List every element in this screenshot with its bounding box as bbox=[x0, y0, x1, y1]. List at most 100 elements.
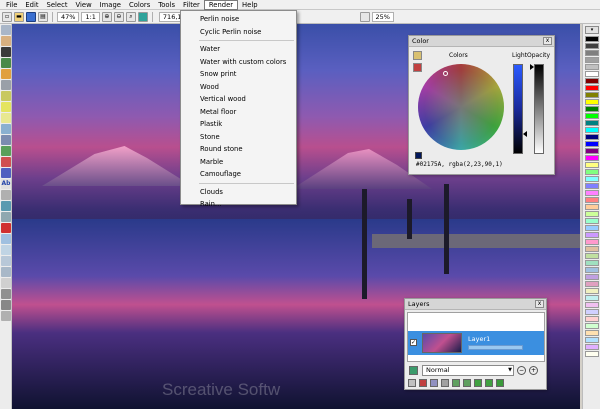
menu-item-plastik[interactable]: Plastik bbox=[181, 118, 296, 131]
palette-swatch[interactable] bbox=[585, 57, 599, 63]
close-icon[interactable]: x bbox=[535, 300, 544, 308]
burn-tool-icon[interactable] bbox=[1, 289, 11, 299]
palette-swatch[interactable] bbox=[585, 43, 599, 49]
palette-swatch[interactable] bbox=[585, 155, 599, 161]
palette-swatch[interactable] bbox=[585, 85, 599, 91]
smudge-tool-icon[interactable] bbox=[1, 267, 11, 277]
layer-zoom-out-icon[interactable]: − bbox=[517, 366, 526, 375]
layer-bottom-icon[interactable] bbox=[485, 379, 493, 387]
palette-swatch[interactable] bbox=[585, 99, 599, 105]
palette-swatch[interactable] bbox=[585, 225, 599, 231]
palette-swatch[interactable] bbox=[585, 260, 599, 266]
pencil-tool-icon[interactable] bbox=[1, 47, 11, 57]
gradient-tool-icon[interactable] bbox=[1, 168, 11, 178]
menu-item-snow-print[interactable]: Snow print bbox=[181, 68, 296, 81]
palette-swatch[interactable] bbox=[585, 344, 599, 350]
zoom-fit-icon[interactable]: ⌕ bbox=[125, 11, 136, 22]
menu-item-wood[interactable]: Wood bbox=[181, 81, 296, 94]
layer-opacity-bar[interactable] bbox=[468, 345, 523, 350]
clone-tool-icon[interactable] bbox=[1, 212, 11, 222]
opacity-slider-handle-icon[interactable] bbox=[530, 64, 534, 70]
menu-file[interactable]: File bbox=[2, 0, 21, 10]
layer-props-icon[interactable] bbox=[409, 366, 418, 375]
menu-item-perlin-noise[interactable]: Perlin noise bbox=[181, 13, 296, 26]
palette-swatch[interactable] bbox=[585, 337, 599, 343]
layer-mask-icon[interactable] bbox=[496, 379, 504, 387]
palette-swatch[interactable] bbox=[585, 323, 599, 329]
color-panel-title[interactable]: Color x bbox=[409, 36, 554, 47]
menu-tools[interactable]: Tools bbox=[154, 0, 179, 10]
select-tool-icon[interactable] bbox=[1, 190, 11, 200]
spray-tool-icon[interactable] bbox=[1, 234, 11, 244]
palette-swatch[interactable] bbox=[585, 169, 599, 175]
layer-visibility-checkbox[interactable]: ✓ bbox=[410, 339, 417, 346]
menu-item-cyclic-perlin-noise[interactable]: Cyclic Perlin noise bbox=[181, 26, 296, 39]
palette-swatch[interactable] bbox=[585, 78, 599, 84]
menu-item-water-custom[interactable]: Water with custom colors bbox=[181, 56, 296, 69]
text-tool-icon[interactable]: Ab bbox=[1, 179, 11, 189]
menu-colors[interactable]: Colors bbox=[125, 0, 154, 10]
phong-tool-icon[interactable] bbox=[1, 311, 11, 321]
zoom-ratio-button[interactable]: 1:1 bbox=[81, 11, 100, 22]
menu-edit[interactable]: Edit bbox=[21, 0, 42, 10]
layer-down-icon[interactable] bbox=[463, 379, 471, 387]
palette-swatch[interactable] bbox=[585, 239, 599, 245]
palette-swatch[interactable] bbox=[585, 302, 599, 308]
palette-swatch[interactable] bbox=[585, 197, 599, 203]
polygon-tool-icon[interactable] bbox=[1, 124, 11, 134]
color-tool-icon[interactable] bbox=[413, 51, 422, 60]
chevron-down-icon[interactable]: ▼ bbox=[508, 366, 512, 375]
line-tool-icon[interactable] bbox=[1, 91, 11, 101]
palette-swatch[interactable] bbox=[585, 267, 599, 273]
menu-item-rain[interactable]: Rain... bbox=[181, 198, 296, 211]
rect-tool-icon[interactable] bbox=[1, 102, 11, 112]
deform-tool-icon[interactable] bbox=[1, 201, 11, 211]
palette-swatch[interactable] bbox=[585, 71, 599, 77]
new-file-icon[interactable]: ▫ bbox=[2, 11, 12, 22]
color-tool-icon-2[interactable] bbox=[413, 63, 422, 72]
palette-swatch[interactable] bbox=[585, 141, 599, 147]
save-icon[interactable] bbox=[26, 11, 36, 22]
palette-swatch[interactable] bbox=[585, 50, 599, 56]
hand-tool-icon[interactable] bbox=[1, 36, 11, 46]
delete-layer-icon[interactable] bbox=[419, 379, 427, 387]
menu-help[interactable]: Help bbox=[238, 0, 262, 10]
menu-item-water[interactable]: Water bbox=[181, 43, 296, 56]
layer-name[interactable]: Layer1 bbox=[468, 335, 490, 343]
palette-swatch[interactable] bbox=[585, 190, 599, 196]
menu-render[interactable]: Render bbox=[203, 0, 239, 10]
light-slider-handle-icon[interactable] bbox=[523, 131, 527, 137]
palette-swatch[interactable] bbox=[585, 120, 599, 126]
palette-swatch[interactable] bbox=[585, 211, 599, 217]
palette-swatch[interactable] bbox=[585, 274, 599, 280]
menu-item-marble[interactable]: Marble bbox=[181, 156, 296, 169]
palette-swatch[interactable] bbox=[585, 176, 599, 182]
palette-swatch[interactable] bbox=[585, 288, 599, 294]
duplicate-layer-icon[interactable] bbox=[430, 379, 438, 387]
close-icon[interactable]: x bbox=[543, 37, 552, 45]
palette-swatch[interactable] bbox=[585, 309, 599, 315]
palette-swatch[interactable] bbox=[585, 134, 599, 140]
palette-swatch[interactable] bbox=[585, 316, 599, 322]
palette-swatch[interactable] bbox=[585, 92, 599, 98]
menu-filter[interactable]: Filter bbox=[179, 0, 204, 10]
palette-swatch[interactable] bbox=[585, 295, 599, 301]
palette-swatch[interactable] bbox=[585, 127, 599, 133]
palette-swatch[interactable] bbox=[585, 162, 599, 168]
light-slider[interactable] bbox=[513, 64, 523, 154]
move-tool-icon[interactable] bbox=[1, 25, 11, 35]
menu-item-stone[interactable]: Stone bbox=[181, 131, 296, 144]
print-icon[interactable]: ▤ bbox=[38, 11, 48, 22]
image-view-icon[interactable] bbox=[137, 11, 148, 22]
blur-tool-icon[interactable] bbox=[1, 245, 11, 255]
zoom-out-icon[interactable]: ⊖ bbox=[113, 11, 124, 22]
new-layer-icon[interactable] bbox=[408, 379, 416, 387]
opacity-value[interactable]: 25% bbox=[371, 11, 394, 22]
palette-swatch[interactable] bbox=[585, 281, 599, 287]
sharpen-tool-icon[interactable] bbox=[1, 256, 11, 266]
layer-up-icon[interactable] bbox=[452, 379, 460, 387]
opacity-icon[interactable] bbox=[359, 11, 370, 22]
opacity-slider[interactable] bbox=[534, 64, 544, 154]
menu-item-camouflage[interactable]: Camouflage bbox=[181, 168, 296, 181]
palette-swatch[interactable] bbox=[585, 232, 599, 238]
